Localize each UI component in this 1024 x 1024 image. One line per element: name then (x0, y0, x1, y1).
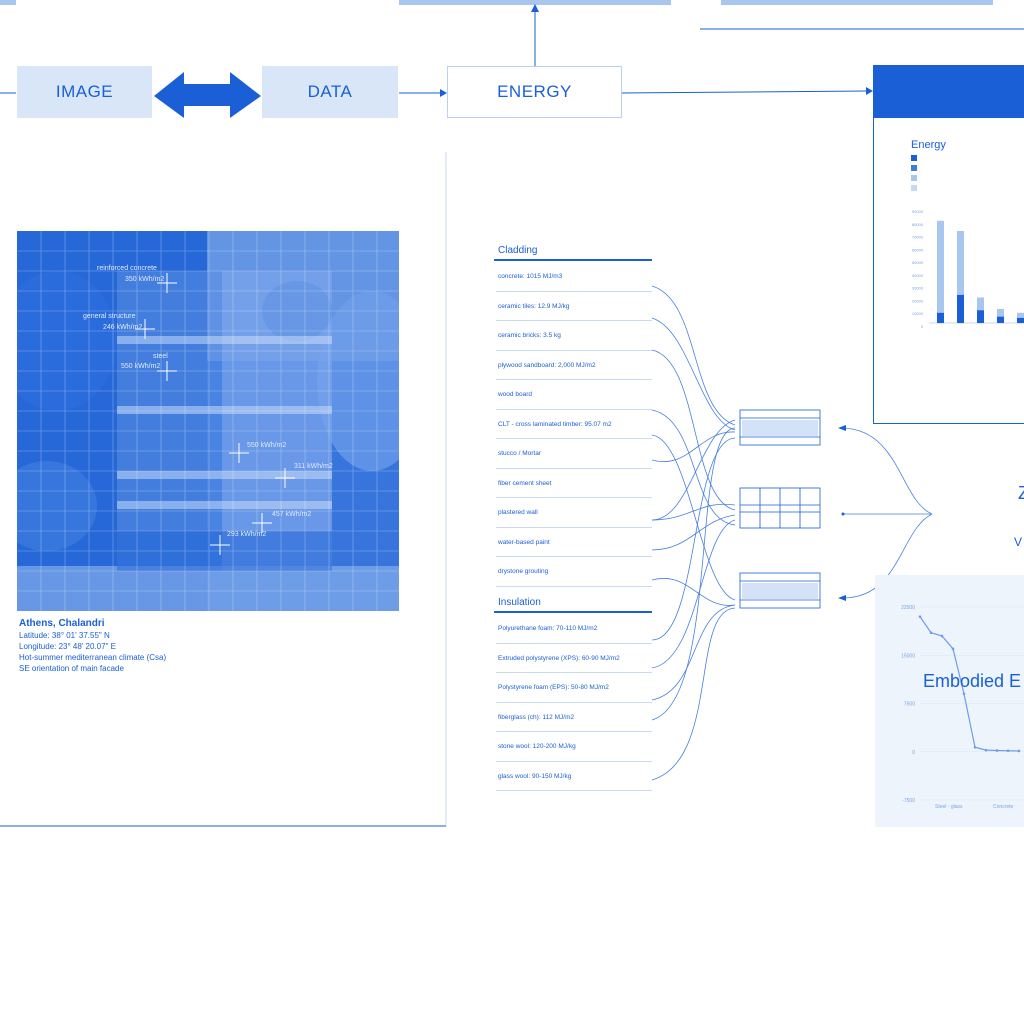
x-tick-label: Concrete (993, 804, 1014, 810)
y-tick-label: 22500 (901, 605, 915, 611)
data-point (1017, 749, 1021, 753)
data-point (973, 745, 977, 749)
y-tick-label: 15000 (901, 653, 915, 659)
data-point (940, 634, 944, 638)
data-point (1006, 749, 1010, 753)
data-point (962, 692, 966, 696)
embodied-title: Embodied E (923, 671, 1022, 691)
data-point (995, 749, 999, 752)
y-tick-label: -7500 (902, 798, 915, 804)
x-tick-label: Steel - glass (935, 804, 963, 810)
y-tick-label: 7500 (904, 702, 915, 708)
embodied-line-chart: 22500 15000 7500 0 -7500 Steel - glass Concret… (901, 605, 1024, 810)
data-point (929, 631, 933, 635)
material-connections (651, 285, 933, 781)
data-point (918, 615, 922, 618)
data-point (984, 748, 988, 752)
data-point (951, 647, 955, 651)
label-z: Z (1018, 483, 1024, 503)
y-tick-label: 0 (912, 750, 915, 756)
label-v: V (1014, 535, 1023, 549)
